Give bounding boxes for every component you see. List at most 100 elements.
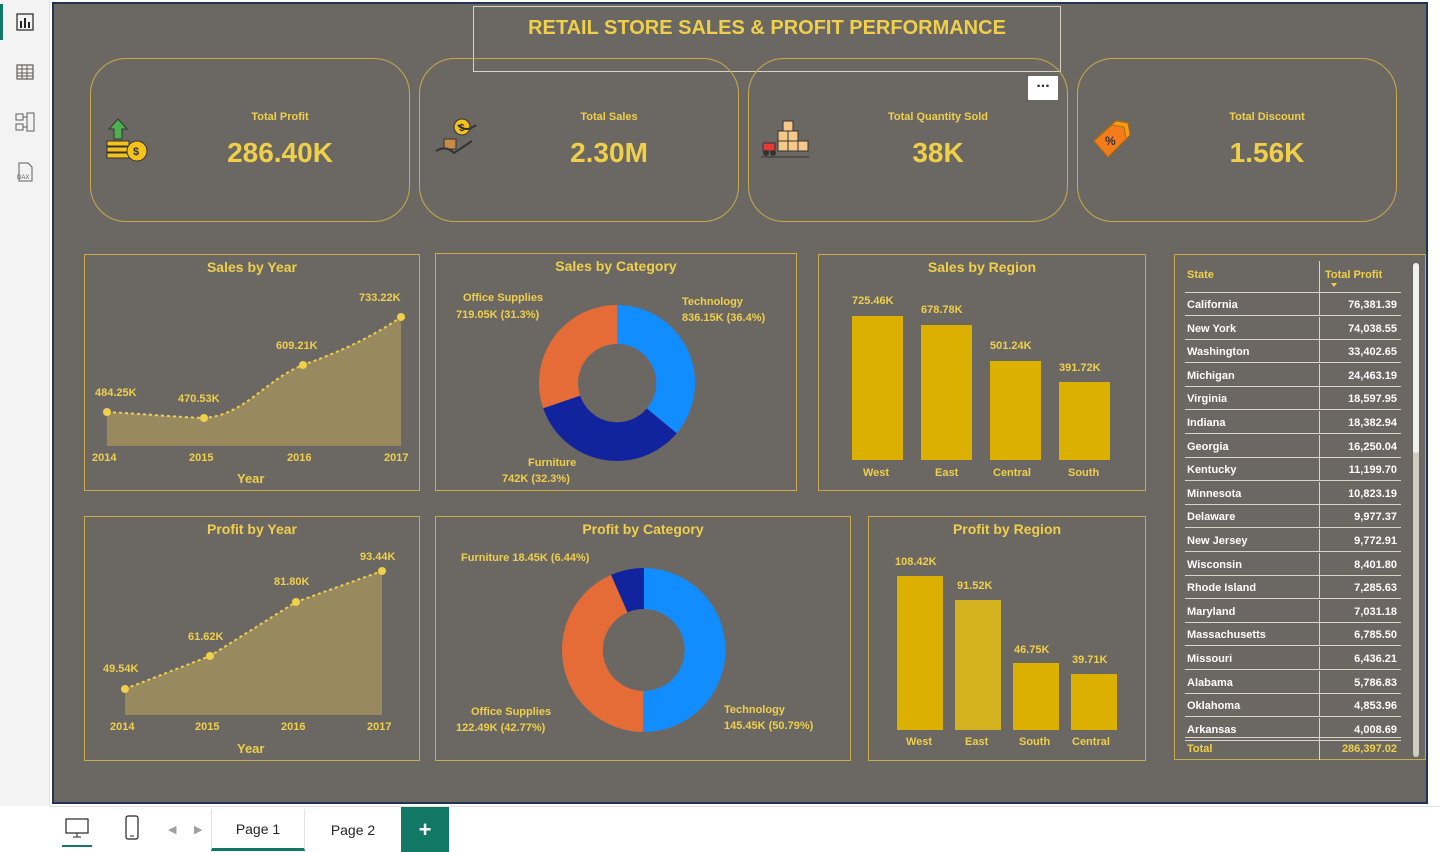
cell-state: Rhode Island [1187, 582, 1257, 595]
model-view-button[interactable] [0, 100, 50, 144]
cell-state: Michigan [1187, 369, 1235, 382]
total-value: 286,397.02 [1341, 743, 1397, 755]
data-label: Office Supplies [463, 292, 544, 304]
table-row[interactable]: Washington 33,402.65 [1185, 340, 1401, 364]
cell-state: Wisconsin [1187, 558, 1242, 571]
x-tick: East [965, 736, 989, 748]
prev-page-icon[interactable]: ◀ [168, 823, 176, 836]
data-label: 145.45K (50.79%) [724, 720, 814, 732]
bar-west [897, 576, 943, 730]
table-row[interactable]: Oklahoma 4,853.96 [1185, 694, 1401, 718]
money-bags-icon: $ [106, 118, 148, 162]
x-tick: 2014 [92, 452, 117, 464]
data-label: 470.53K [178, 393, 220, 405]
cell-state: Oklahoma [1187, 700, 1241, 713]
data-label: 108.42K [895, 556, 937, 568]
cell-state: New York [1187, 322, 1237, 335]
kpi-title: Total Profit [251, 111, 309, 123]
table-row[interactable]: Minnesota 10,823.19 [1185, 481, 1401, 505]
phone-icon [125, 815, 139, 840]
kpi-card-total-quantity[interactable]: Total Quantity Sold 38K [748, 58, 1068, 222]
data-label: 836.15K (36.4%) [682, 312, 766, 324]
profit-by-category-chart[interactable]: Profit by Category Furniture 18.45K (6.4… [435, 516, 851, 761]
x-tick: 2014 [110, 721, 135, 733]
bar-central [1071, 674, 1117, 730]
table-row[interactable]: Alabama 5,786.83 [1185, 670, 1401, 694]
table-row[interactable]: New York 74,038.55 [1185, 316, 1401, 340]
discount-tag-icon: % [1093, 120, 1131, 158]
table-row[interactable]: Rhode Island 7,285.63 [1185, 576, 1401, 600]
table-view-button[interactable] [0, 50, 50, 94]
data-label: 742K (32.3%) [502, 473, 570, 485]
table-row[interactable]: Michigan 24,463.19 [1185, 363, 1401, 387]
table-row[interactable]: Kentucky 11,199.70 [1185, 458, 1401, 482]
data-label: 725.46K [852, 295, 894, 307]
total-label: Total [1187, 743, 1213, 755]
column-header-state[interactable]: State [1187, 269, 1214, 281]
tab-page-2[interactable]: Page 2 [306, 809, 400, 851]
cell-total-profit: 5,786.83 [1354, 676, 1397, 689]
add-page-button[interactable]: + [401, 807, 449, 852]
data-label: 91.52K [957, 580, 993, 592]
table-row[interactable]: Massachusetts 6,785.50 [1185, 623, 1401, 647]
data-point [397, 313, 405, 321]
cell-state: Washington [1187, 346, 1250, 359]
data-label: 609.21K [276, 340, 318, 352]
x-axis-title: Year [237, 471, 265, 486]
sales-by-region-chart[interactable]: Sales by Region 725.46K 678.78K 501.24K … [818, 254, 1146, 491]
data-label: 61.62K [188, 631, 224, 643]
dax-query-view-button[interactable]: DAX [0, 150, 50, 194]
sales-area [107, 317, 401, 446]
table-row[interactable]: Missouri 6,436.21 [1185, 647, 1401, 670]
sales-by-category-chart[interactable]: Sales by Category Office Supplies 719.05… [435, 253, 797, 491]
profit-area [125, 571, 382, 715]
tab-page-1[interactable]: Page 1 [211, 809, 305, 851]
table-row[interactable]: Indiana 18,382.94 [1185, 411, 1401, 434]
x-tick: 2015 [195, 721, 220, 733]
bar-south [1013, 663, 1059, 730]
data-point [103, 408, 111, 416]
cell-state: Minnesota [1187, 487, 1242, 500]
donut-slice-technology [617, 305, 696, 434]
state-profit-table[interactable]: State Total Profit California 76,381.39 Ne… [1174, 254, 1426, 760]
table-row[interactable]: California 76,381.39 [1185, 293, 1401, 316]
page-title: RETAIL STORE SALES & PROFIT PERFORMANCE [528, 17, 1006, 39]
cell-total-profit: 24,463.19 [1348, 369, 1397, 382]
report-view-button[interactable] [0, 0, 50, 44]
table-row[interactable]: Wisconsin 8,401.80 [1185, 552, 1401, 576]
more-options-button[interactable]: ... [1028, 75, 1058, 100]
kpi-card-total-sales[interactable]: $ Total Sales 2.30M [419, 58, 739, 222]
mobile-layout-button[interactable] [120, 813, 144, 847]
profit-by-region-chart[interactable]: Profit by Region 108.42K 91.52K 46.75K 3… [868, 516, 1146, 761]
kpi-card-total-discount[interactable]: % Total Discount 1.56K [1077, 58, 1397, 222]
table-row[interactable]: Maryland 7,031.18 [1185, 599, 1401, 623]
profit-by-year-chart[interactable]: Profit by Year 49.54K 61.62K 81.80K 93.4… [84, 516, 420, 761]
table-row[interactable]: Georgia 16,250.04 [1185, 434, 1401, 458]
page-navigation-bar: ◀ ▶ Page 1 Page 2 + [50, 806, 1440, 852]
table-scrollbar[interactable] [1413, 263, 1419, 757]
scrollbar-thumb[interactable] [1413, 263, 1419, 453]
cell-state: Missouri [1187, 653, 1233, 665]
kpi-title: Total Quantity Sold [887, 111, 988, 123]
table-row[interactable]: Delaware 9,977.37 [1185, 505, 1401, 529]
next-page-icon[interactable]: ▶ [194, 823, 202, 836]
kpi-title: Total Discount [1229, 111, 1305, 123]
data-label: 39.71K [1072, 654, 1108, 666]
data-label: Office Supplies [471, 706, 552, 718]
data-label: 719.05K (31.3%) [456, 309, 540, 321]
table-row[interactable]: New Jersey 9,772.91 [1185, 529, 1401, 552]
kpi-card-total-profit[interactable]: $ Total Profit 286.40K [90, 58, 410, 222]
cell-total-profit: 4,853.96 [1354, 700, 1397, 713]
desktop-layout-button[interactable] [62, 813, 92, 847]
cell-total-profit: 16,250.04 [1348, 440, 1397, 453]
data-point [378, 567, 386, 575]
x-tick: West [906, 736, 933, 748]
report-view-icon [16, 13, 34, 31]
column-header-total-profit[interactable]: Total Profit [1325, 269, 1382, 281]
table-header-row: State Total Profit [1185, 261, 1401, 293]
data-label: 46.75K [1014, 644, 1050, 656]
data-point [121, 685, 129, 693]
table-row[interactable]: Virginia 18,597.95 [1185, 387, 1401, 411]
sales-by-year-chart[interactable]: Sales by Year 484.25K 470.53K 609.21K 73… [84, 254, 420, 491]
svg-text:$: $ [133, 146, 139, 158]
